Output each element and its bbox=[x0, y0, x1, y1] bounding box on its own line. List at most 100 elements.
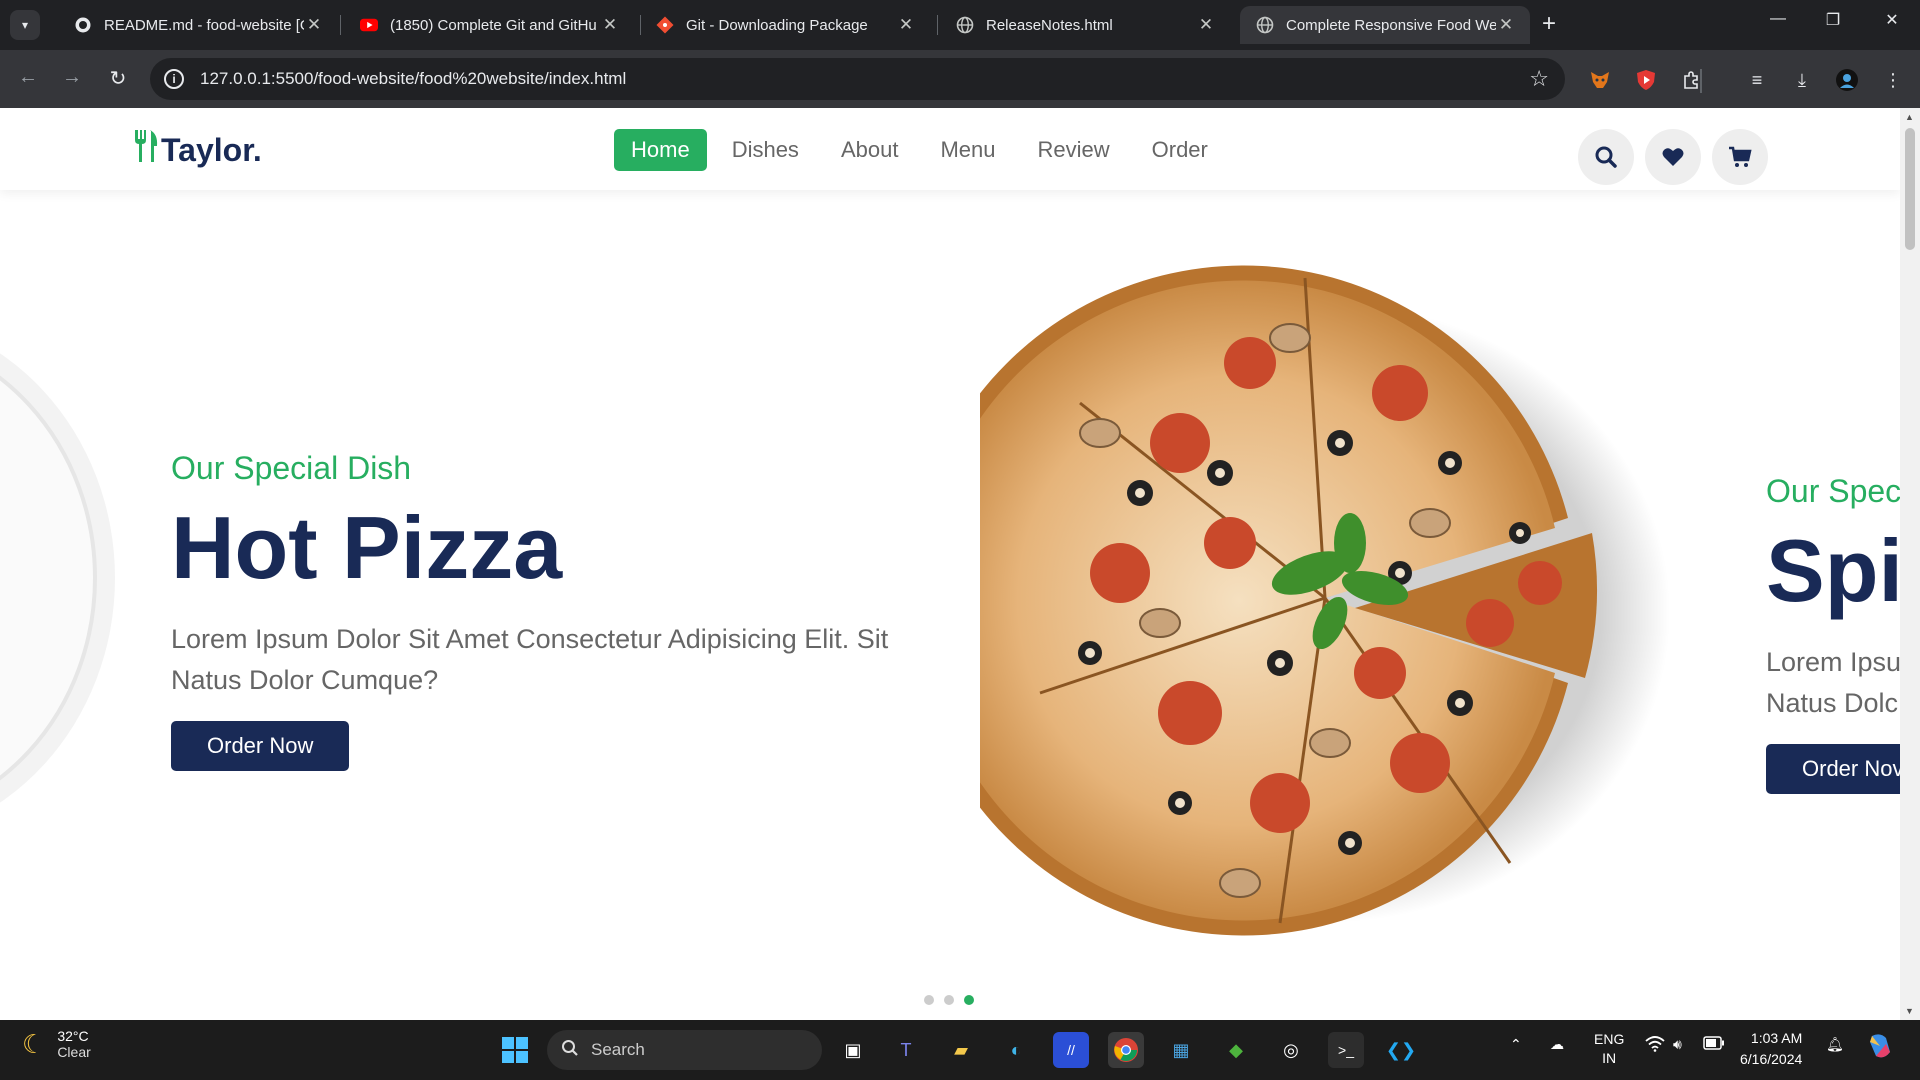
tab-title: ReleaseNotes.html bbox=[986, 16, 1113, 34]
weather-temp: 32°C bbox=[57, 1028, 89, 1044]
bookmark-star-icon[interactable]: ☆ bbox=[1529, 66, 1549, 92]
tab-readme[interactable]: README.md - food-website [Gi ✕ bbox=[58, 6, 338, 44]
weather-condition: Clear bbox=[57, 1044, 91, 1060]
taskbar-search[interactable]: Search bbox=[547, 1030, 822, 1070]
store-icon[interactable]: ▦ bbox=[1163, 1032, 1199, 1068]
notification-bell-icon[interactable]: 🔔︎ bbox=[1826, 1036, 1844, 1053]
pen-app-icon[interactable]: // bbox=[1053, 1032, 1089, 1068]
mongodb-icon[interactable]: ◆ bbox=[1218, 1032, 1254, 1068]
page-scrollbar[interactable]: ▲ ▼ bbox=[1900, 108, 1920, 1020]
nav-home[interactable]: Home bbox=[614, 129, 707, 171]
media-queue-icon[interactable]: ≡ bbox=[1744, 67, 1770, 93]
close-icon[interactable]: ✕ bbox=[1196, 15, 1216, 35]
slider-dot[interactable] bbox=[944, 995, 954, 1005]
slide-description-line: Natus Dolc bbox=[1766, 688, 1899, 718]
tray-chevron-icon[interactable]: ⌃ bbox=[1510, 1036, 1522, 1053]
task-view-icon[interactable]: ▣ bbox=[835, 1032, 871, 1068]
moon-icon: ☾ bbox=[22, 1028, 46, 1059]
metamask-icon[interactable] bbox=[1587, 67, 1613, 93]
browser-window: ▾ README.md - food-website [Gi ✕ (1850) … bbox=[0, 0, 1920, 1020]
nav-review[interactable]: Review bbox=[1020, 129, 1126, 171]
file-explorer-icon[interactable]: ▰ bbox=[943, 1032, 979, 1068]
vscode-icon[interactable]: ❮❯ bbox=[1383, 1032, 1419, 1068]
tab-youtube[interactable]: (1850) Complete Git and GitHu ✕ bbox=[344, 6, 634, 44]
tab-git[interactable]: Git - Downloading Package ✕ bbox=[640, 6, 930, 44]
slide-1: Our Special Dish Hot Pizza Lorem Ipsum D… bbox=[171, 450, 931, 771]
back-icon[interactable]: ← bbox=[14, 66, 42, 89]
forward-icon[interactable]: → bbox=[58, 66, 86, 89]
url-text[interactable]: 127.0.0.1:5500/food-website/food%20websi… bbox=[200, 69, 1529, 89]
scroll-down-icon[interactable]: ▼ bbox=[1905, 1006, 1914, 1016]
tab-separator bbox=[937, 15, 938, 35]
slide-description: Lorem Ipsu Natus Dolc bbox=[1766, 642, 1900, 724]
profile-avatar[interactable] bbox=[1834, 67, 1860, 93]
copilot-icon[interactable] bbox=[1866, 1032, 1894, 1063]
close-icon[interactable]: ✕ bbox=[600, 15, 620, 35]
slider-pagination bbox=[924, 995, 974, 1005]
tab-releasenotes[interactable]: ReleaseNotes.html ✕ bbox=[940, 6, 1230, 44]
search-icon[interactable] bbox=[1578, 129, 1634, 185]
download-icon[interactable]: ⤓ bbox=[1789, 67, 1815, 93]
order-now-button[interactable]: Order Nov bbox=[1766, 744, 1900, 794]
scrollbar-thumb[interactable] bbox=[1905, 128, 1915, 250]
tab-search-icon[interactable]: ▾ bbox=[10, 10, 40, 40]
slide-subtitle: Our Special Dish bbox=[171, 450, 412, 486]
slider-dot[interactable] bbox=[924, 995, 934, 1005]
windows-start-icon[interactable] bbox=[497, 1032, 533, 1068]
shield-play-icon[interactable] bbox=[1633, 67, 1659, 93]
kebab-menu-icon[interactable]: ⋮ bbox=[1880, 67, 1906, 93]
utensils-icon bbox=[133, 130, 159, 170]
reload-icon[interactable]: ↻ bbox=[104, 66, 132, 91]
restore-icon[interactable]: ❐ bbox=[1813, 10, 1853, 30]
slide-title: Hot Pizza bbox=[171, 498, 563, 597]
volume-icon[interactable]: 🔊︎ bbox=[1673, 1036, 1682, 1053]
cart-icon[interactable] bbox=[1712, 129, 1768, 185]
tab-title: Complete Responsive Food Wel bbox=[1286, 16, 1496, 34]
web-page: Our Special Dish Hot Pizza Lorem Ipsum D… bbox=[0, 108, 1900, 1020]
battery-icon[interactable] bbox=[1703, 1036, 1725, 1053]
order-now-button[interactable]: Order Now bbox=[171, 721, 350, 771]
slide-description-line: Lorem Ipsu bbox=[1766, 647, 1900, 677]
nav-order[interactable]: Order bbox=[1135, 129, 1225, 171]
clock-time: 1:03 AM bbox=[1750, 1030, 1803, 1046]
tab-food-website[interactable]: Complete Responsive Food Wel ✕ bbox=[1240, 6, 1530, 44]
main-nav: Home Dishes About Menu Review Order bbox=[614, 129, 1233, 171]
heart-icon[interactable] bbox=[1645, 129, 1701, 185]
header-actions bbox=[1578, 129, 1768, 185]
nav-dishes[interactable]: Dishes bbox=[715, 129, 816, 171]
close-icon[interactable]: ✕ bbox=[1496, 15, 1516, 35]
close-icon[interactable]: ✕ bbox=[304, 15, 324, 35]
slide-title: Spi bbox=[1766, 521, 1900, 620]
chrome-icon[interactable] bbox=[1108, 1032, 1144, 1068]
onedrive-icon[interactable]: ☁ bbox=[1550, 1036, 1564, 1053]
language-indicator[interactable]: ENG IN bbox=[1594, 1030, 1624, 1068]
site-info-icon[interactable]: i bbox=[164, 69, 184, 89]
wifi-icon[interactable] bbox=[1645, 1036, 1665, 1055]
system-clock[interactable]: 1:03 AM 6/16/2024 bbox=[1740, 1028, 1802, 1070]
globe-icon bbox=[1256, 16, 1274, 34]
taskbar-search-label: Search bbox=[591, 1040, 645, 1059]
nav-menu[interactable]: Menu bbox=[923, 129, 1012, 171]
close-icon[interactable]: ✕ bbox=[896, 15, 916, 35]
terminal-icon[interactable]: >_ bbox=[1328, 1032, 1364, 1068]
weather-widget[interactable]: ☾ 32°C Clear bbox=[22, 1028, 91, 1060]
nav-about[interactable]: About bbox=[824, 129, 916, 171]
site-logo[interactable]: Taylor. bbox=[133, 130, 262, 170]
slider-dot-active[interactable] bbox=[964, 995, 974, 1005]
edge-icon[interactable]: ◐ bbox=[998, 1032, 1034, 1068]
tab-separator bbox=[340, 15, 341, 35]
minimize-icon[interactable]: — bbox=[1758, 10, 1798, 28]
search-icon bbox=[561, 1039, 579, 1062]
postman-icon[interactable]: ◎ bbox=[1273, 1032, 1309, 1068]
tab-title: Git - Downloading Package bbox=[686, 16, 868, 34]
scroll-up-icon[interactable]: ▲ bbox=[1905, 112, 1914, 122]
logo-text: Taylor. bbox=[161, 131, 262, 168]
globe-icon bbox=[956, 16, 974, 34]
git-icon bbox=[656, 16, 674, 34]
window-close-icon[interactable]: ✕ bbox=[1872, 10, 1912, 30]
address-bar[interactable]: i 127.0.0.1:5500/food-website/food%20web… bbox=[150, 58, 1565, 100]
new-tab-icon[interactable]: + bbox=[1542, 12, 1556, 36]
teams-icon[interactable]: T bbox=[888, 1032, 924, 1068]
tab-title: (1850) Complete Git and GitHu bbox=[390, 16, 597, 34]
browser-toolbar: ← → ↻ i 127.0.0.1:5500/food-website/food… bbox=[0, 50, 1920, 108]
